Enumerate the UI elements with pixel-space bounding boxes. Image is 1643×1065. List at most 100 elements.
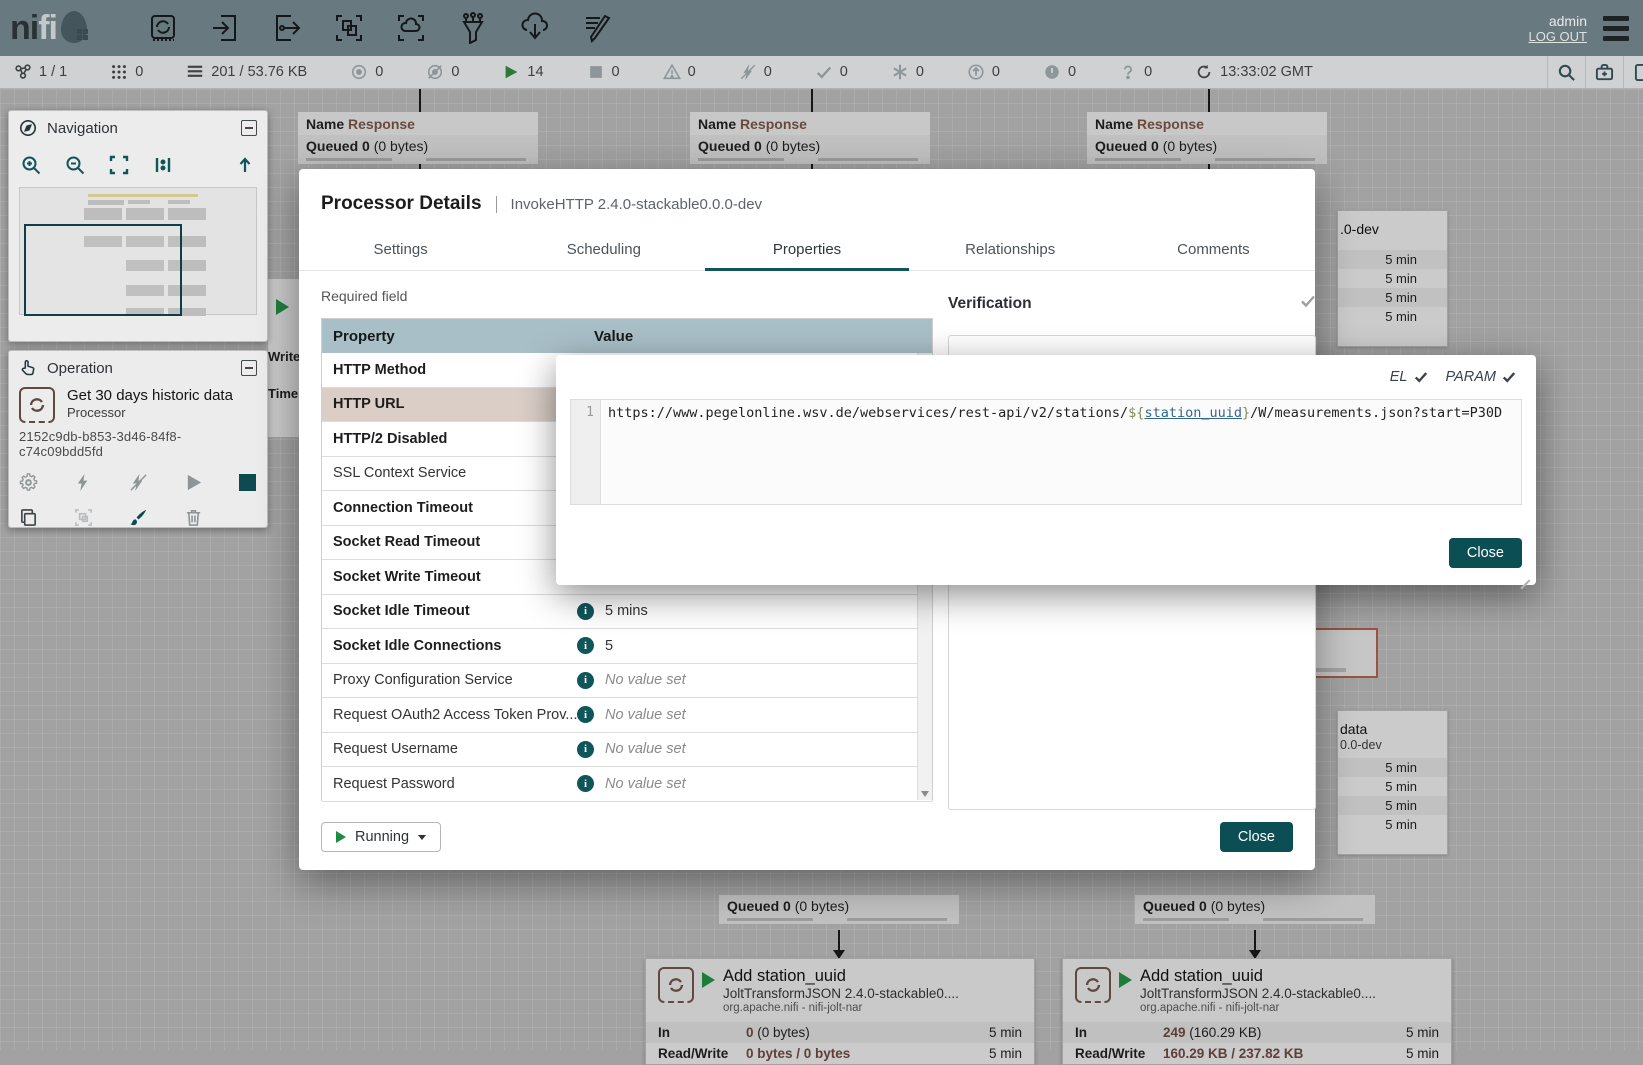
output-port-icon[interactable] bbox=[271, 12, 303, 44]
input-port-icon[interactable] bbox=[209, 12, 241, 44]
enable-bolt-icon[interactable] bbox=[74, 473, 93, 492]
collapse-operation-button[interactable] bbox=[241, 360, 257, 376]
minimap-viewport[interactable] bbox=[24, 224, 182, 316]
connection-name-value: Response bbox=[1137, 116, 1204, 132]
stat-count: 249 bbox=[1163, 1025, 1186, 1040]
value-code-line[interactable]: https://www.pegelonline.wsv.de/webservic… bbox=[601, 400, 1502, 504]
property-row[interactable]: Request OAuth2 Access Token Prov...iNo v… bbox=[322, 698, 932, 733]
status-stopped: 0 bbox=[587, 63, 620, 81]
property-row[interactable]: Request UsernameiNo value set bbox=[322, 733, 932, 768]
partial-processor[interactable]: .0-dev 5 min5 min5 min5 min bbox=[1337, 210, 1448, 347]
download-flow-icon[interactable] bbox=[519, 12, 551, 44]
property-value[interactable]: 5 mins bbox=[605, 603, 648, 619]
tab-settings[interactable]: Settings bbox=[299, 231, 502, 270]
stat-count: 0 bytes / 0 bytes bbox=[746, 1046, 850, 1061]
cluster-summary-icon[interactable] bbox=[1585, 56, 1623, 88]
scroll-down-arrow[interactable] bbox=[921, 791, 929, 797]
info-icon[interactable]: i bbox=[577, 741, 594, 758]
connection-line[interactable] bbox=[1208, 89, 1210, 112]
property-value[interactable]: No value set bbox=[605, 776, 686, 792]
zoom-in-icon[interactable] bbox=[21, 155, 41, 175]
remote-process-group-icon[interactable] bbox=[395, 12, 427, 44]
label-icon[interactable] bbox=[581, 12, 613, 44]
stat-window: 5 min bbox=[1406, 1025, 1439, 1040]
connection-name-value: Response bbox=[740, 116, 807, 132]
start-play-icon[interactable] bbox=[184, 473, 203, 492]
configure-gear-icon[interactable] bbox=[19, 473, 38, 492]
property-value[interactable]: No value set bbox=[605, 707, 686, 723]
connection-line[interactable] bbox=[419, 89, 421, 112]
tab-scheduling[interactable]: Scheduling bbox=[502, 231, 705, 270]
operation-panel: Operation Get 30 days historic data Proc… bbox=[8, 350, 268, 528]
editor-close-button[interactable]: Close bbox=[1449, 538, 1522, 568]
stat-window: 5 min bbox=[1338, 307, 1447, 326]
connection-line[interactable] bbox=[811, 89, 813, 112]
zoom-fit-icon[interactable] bbox=[109, 155, 129, 175]
processor-type: JoltTransformJSON 2.4.0-stackable0.... bbox=[1140, 986, 1376, 1002]
processor-stamp-icon bbox=[658, 967, 694, 1003]
processor-name: Add station_uuid bbox=[1140, 967, 1376, 986]
search-button[interactable] bbox=[1547, 56, 1585, 88]
connection-label[interactable]: Name ResponseQueued 0 (0 bytes) bbox=[298, 112, 538, 164]
partial-processor[interactable]: Write Time bbox=[268, 279, 299, 437]
jump-to-parent-icon[interactable] bbox=[235, 155, 255, 175]
tab-comments[interactable]: Comments bbox=[1112, 231, 1315, 270]
disable-bolt-slash-icon[interactable] bbox=[129, 473, 148, 492]
tab-properties[interactable]: Properties bbox=[705, 231, 908, 270]
run-status-dropdown[interactable]: Running bbox=[321, 822, 441, 852]
global-menu-icon[interactable] bbox=[1603, 16, 1629, 41]
connection-label[interactable]: Queued 0 (0 bytes) bbox=[1135, 895, 1375, 924]
processor-stamp-icon bbox=[1075, 967, 1111, 1003]
info-icon[interactable]: i bbox=[577, 603, 594, 620]
partial-processor[interactable]: data 0.0-dev 5 min5 min5 min5 min bbox=[1337, 710, 1448, 855]
info-icon[interactable]: i bbox=[577, 706, 594, 723]
queued-size: (0 bytes) bbox=[762, 138, 820, 154]
connection-label[interactable]: Name ResponseQueued 0 (0 bytes) bbox=[690, 112, 930, 164]
property-row[interactable]: Proxy Configuration ServiceiNo value set bbox=[322, 664, 932, 699]
color-brush-icon[interactable] bbox=[129, 508, 148, 527]
processor-type-fragment: 0.0-dev bbox=[1338, 738, 1447, 758]
refresh-icon[interactable] bbox=[1195, 63, 1213, 81]
value-code-editor[interactable]: 1 https://www.pegelonline.wsv.de/webserv… bbox=[570, 399, 1522, 505]
group-selection-icon[interactable] bbox=[74, 508, 93, 527]
property-value[interactable]: 5 bbox=[605, 638, 613, 654]
logout-link[interactable]: LOG OUT bbox=[1528, 29, 1587, 44]
status-refresh[interactable]: 13:33:02 GMT bbox=[1195, 63, 1313, 81]
flow-settings-icon[interactable] bbox=[1623, 56, 1643, 88]
status-sync-failure: 0 bbox=[1119, 63, 1152, 81]
connection-line[interactable] bbox=[1254, 930, 1256, 951]
info-icon[interactable]: i bbox=[577, 775, 594, 792]
property-value[interactable]: No value set bbox=[605, 672, 686, 688]
connection-label[interactable]: Queued 0 (0 bytes) bbox=[719, 895, 959, 924]
tab-relationships[interactable]: Relationships bbox=[909, 231, 1112, 270]
property-row[interactable]: Request PasswordiNo value set bbox=[322, 767, 932, 802]
resize-handle[interactable] bbox=[1517, 567, 1531, 581]
dialog-close-button[interactable]: Close bbox=[1220, 822, 1293, 852]
connection-line[interactable] bbox=[838, 930, 840, 951]
zoom-actual-icon[interactable] bbox=[153, 155, 173, 175]
info-icon[interactable]: i bbox=[577, 672, 594, 689]
processor-add-station-uuid[interactable]: Add station_uuidJoltTransformJSON 2.4.0-… bbox=[1062, 958, 1452, 1065]
property-row[interactable]: Socket Idle Connectionsi5 bbox=[322, 629, 932, 664]
connection-name-row: Name Response bbox=[298, 112, 538, 135]
connection-queued-row: Queued 0 (0 bytes) bbox=[719, 895, 959, 916]
property-row[interactable]: Socket Idle Timeouti5 mins bbox=[322, 595, 932, 630]
birdseye-minimap[interactable] bbox=[19, 187, 257, 315]
connection-name-value: Response bbox=[348, 116, 415, 132]
queued-label: Queued bbox=[698, 138, 754, 154]
processor-add-station-uuid[interactable]: Add station_uuidJoltTransformJSON 2.4.0-… bbox=[645, 958, 1035, 1065]
collapse-navigation-button[interactable] bbox=[241, 120, 257, 136]
queued-count: 0 bbox=[783, 898, 791, 914]
stat-count: 160.29 KB / 237.82 KB bbox=[1163, 1046, 1303, 1061]
processor-icon[interactable] bbox=[147, 12, 179, 44]
queued-count: 0 bbox=[1199, 898, 1207, 914]
delete-trash-icon[interactable] bbox=[184, 508, 203, 527]
funnel-icon[interactable] bbox=[457, 12, 489, 44]
property-value[interactable]: No value set bbox=[605, 741, 686, 757]
info-icon[interactable]: i bbox=[577, 637, 594, 654]
process-group-icon[interactable] bbox=[333, 12, 365, 44]
copy-icon[interactable] bbox=[19, 508, 38, 527]
zoom-out-icon[interactable] bbox=[65, 155, 85, 175]
connection-label[interactable]: Name ResponseQueued 0 (0 bytes) bbox=[1087, 112, 1327, 164]
stop-square-icon[interactable] bbox=[239, 474, 256, 491]
